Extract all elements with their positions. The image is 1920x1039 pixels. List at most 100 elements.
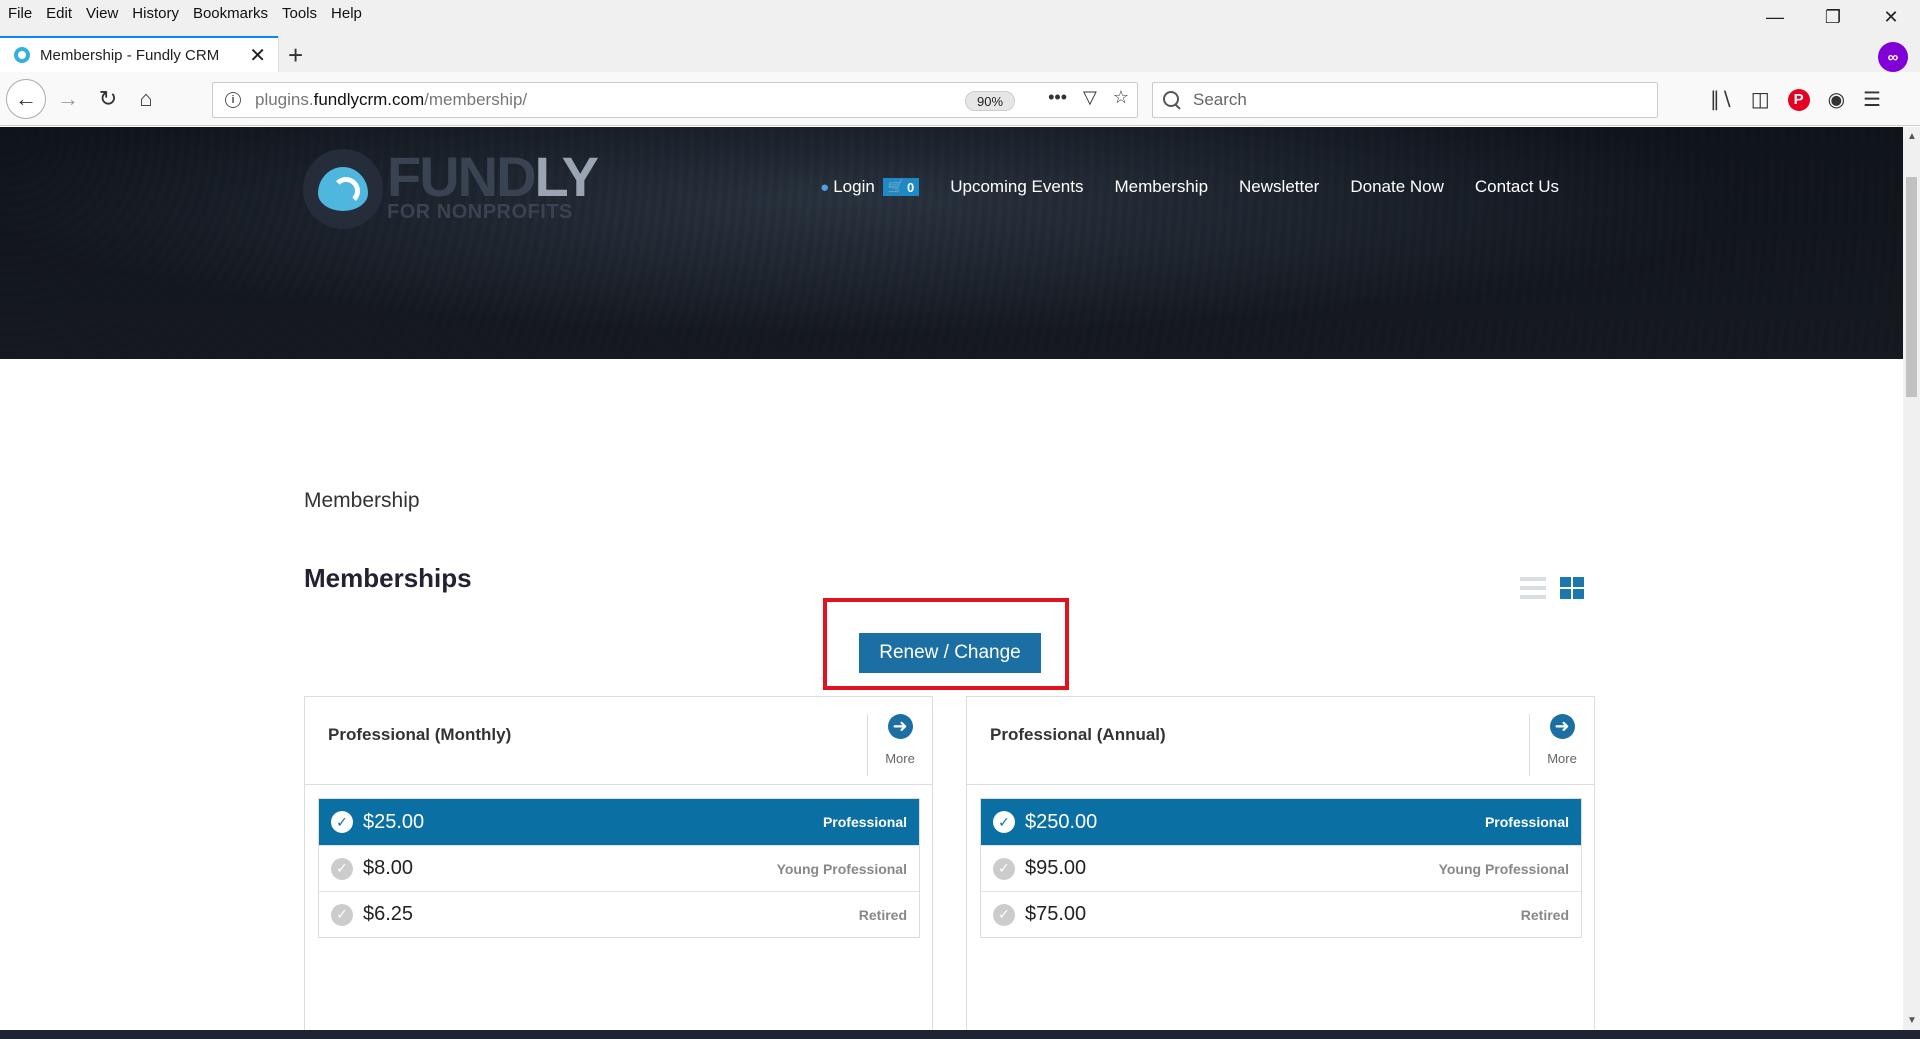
price-amount: $8.00 [363,857,414,879]
url-host: plugins. [255,90,314,109]
price-amount: $250.00 [1025,810,1098,833]
nav-bar: ← → ↻ ⌂ i plugins. fundlycrm.com/membersh… [0,72,1920,126]
logo-name: FUNDLY [387,145,599,208]
fundly-logo[interactable]: FUNDLY FOR NONPROFITS [303,145,599,229]
tab-bar: Membership - Fundly CRM ✕ + ∞ [0,26,1920,72]
menu-help[interactable]: Help [331,5,362,22]
card-title: Professional (Annual) [990,725,1166,744]
menu-tools[interactable]: Tools [282,5,317,22]
nav-contact-us[interactable]: Contact Us [1475,177,1559,197]
price-amount: $75.00 [1025,903,1087,925]
price-list: ✓ $250.00 Professional ✓ $95.00 Young Pr… [980,798,1582,938]
page-scrollbar[interactable]: ▲ ▼ [1903,127,1920,1030]
account-icon[interactable]: ◉ [1828,87,1845,112]
new-tab-icon[interactable]: + [288,40,303,71]
menu-file[interactable]: File [8,5,32,22]
search-placeholder: Search [1193,90,1247,109]
nav-newsletter[interactable]: Newsletter [1239,177,1319,197]
site-info-icon[interactable]: i [225,92,241,108]
url-path: /membership/ [424,90,528,109]
menu-view[interactable]: View [86,5,118,22]
page-viewport: FUNDLY FOR NONPROFITS ● Login 🛒 0 Upcomi… [0,127,1903,1030]
pocket-icon[interactable]: ▽ [1083,87,1097,108]
menu-bar: File Edit View History Bookmarks Tools H… [0,0,1920,26]
nav-membership[interactable]: Membership [1114,177,1208,197]
search-bar[interactable]: Search [1152,82,1658,118]
logo-heart-icon [303,149,383,229]
price-tier: Professional [1484,814,1569,830]
forward-icon[interactable]: → [50,81,86,117]
scrollbar-thumb[interactable] [1906,177,1917,397]
view-toggle [1520,577,1584,599]
cart-count: 0 [907,179,915,195]
price-option[interactable]: ✓ $95.00 Young Professional [981,845,1581,891]
price-option[interactable]: ✓ $25.00 Professional [319,799,919,845]
price-tier: Young Professional [1438,860,1569,877]
membership-card: Professional (Monthly) ➜ More ✓ $25.00 P… [304,696,933,1030]
private-browsing-icon[interactable]: ∞ [1878,42,1908,72]
back-icon[interactable]: ← [6,79,46,119]
nav-donate-now[interactable]: Donate Now [1350,177,1444,197]
login-label: Login [833,177,875,196]
scroll-down-icon[interactable]: ▼ [1907,1015,1917,1026]
logo-text: FUNDLY FOR NONPROFITS [387,145,599,224]
url-bar[interactable]: i plugins. fundlycrm.com/membership/ 90% … [212,82,1138,118]
price-option[interactable]: ✓ $75.00 Retired [981,891,1581,937]
price-amount: $95.00 [1025,857,1087,879]
close-tab-icon[interactable]: ✕ [249,43,266,68]
check-circle-icon: ✓ [993,903,1015,926]
sidebar-icon[interactable]: ◫ [1751,87,1770,112]
menu-edit[interactable]: Edit [46,5,72,22]
site-navigation: ● Login 🛒 0 Upcoming Events Membership N… [789,177,1559,197]
menu-history[interactable]: History [132,5,179,22]
check-circle-icon: ✓ [993,811,1015,833]
price-option[interactable]: ✓ $8.00 Young Professional [319,845,919,891]
grid-view-icon[interactable] [1560,577,1584,599]
cart-icon: 🛒 [887,179,905,194]
hero-overlay [0,127,1903,359]
check-circle-icon: ✓ [331,811,353,833]
price-tier: Professional [822,814,907,830]
user-icon: ● [820,178,830,196]
nav-upcoming-events[interactable]: Upcoming Events [950,177,1083,197]
more-button[interactable]: ➜ More [867,714,932,776]
menu-bookmarks[interactable]: Bookmarks [193,5,268,22]
page-actions-icon[interactable]: ••• [1048,87,1067,108]
url-domain: fundlycrm.com [313,90,425,109]
price-option[interactable]: ✓ $6.25 Retired [319,891,919,937]
more-button[interactable]: ➜ More [1529,714,1594,776]
check-circle-icon: ✓ [331,857,353,880]
cart-badge[interactable]: 🛒 0 [882,178,920,196]
menu-hamburger-icon[interactable]: ☰ [1863,87,1881,112]
card-header: Professional (Monthly) ➜ More [305,697,932,785]
os-taskbar [0,1030,1920,1039]
price-amount: $6.25 [363,903,414,925]
library-icon[interactable]: ∥∖ [1710,87,1733,112]
zoom-level-badge[interactable]: 90% [965,91,1015,111]
price-amount: $25.00 [363,810,425,833]
arrow-right-icon: ➜ [1549,714,1575,739]
price-tier: Retired [1520,906,1569,923]
renew-change-button[interactable]: Renew / Change [859,633,1041,673]
pinterest-icon[interactable]: P [1787,88,1810,111]
fundly-favicon-icon [14,47,30,63]
login-link[interactable]: ● Login 🛒 0 [820,177,920,197]
price-tier: Young Professional [776,860,907,877]
check-circle-icon: ✓ [331,903,353,926]
search-icon [1163,91,1181,109]
bookmark-star-icon[interactable]: ☆ [1113,87,1129,108]
more-label: More [885,751,915,766]
card-title: Professional (Monthly) [328,725,512,744]
home-icon[interactable]: ⌂ [128,81,164,117]
more-label: More [1547,751,1577,766]
reload-icon[interactable]: ↻ [90,81,126,117]
price-option[interactable]: ✓ $250.00 Professional [981,799,1581,845]
price-list: ✓ $25.00 Professional ✓ $8.00 Young Prof… [318,798,920,938]
tab-membership[interactable]: Membership - Fundly CRM ✕ [0,36,278,72]
scroll-up-icon[interactable]: ▲ [1907,131,1917,142]
check-circle-icon: ✓ [993,857,1015,880]
list-view-icon[interactable] [1520,577,1546,599]
membership-card: Professional (Annual) ➜ More ✓ $250.00 P… [966,696,1595,1030]
url-actions: ••• ▽ ☆ [1048,87,1129,108]
card-header: Professional (Annual) ➜ More [967,697,1594,785]
